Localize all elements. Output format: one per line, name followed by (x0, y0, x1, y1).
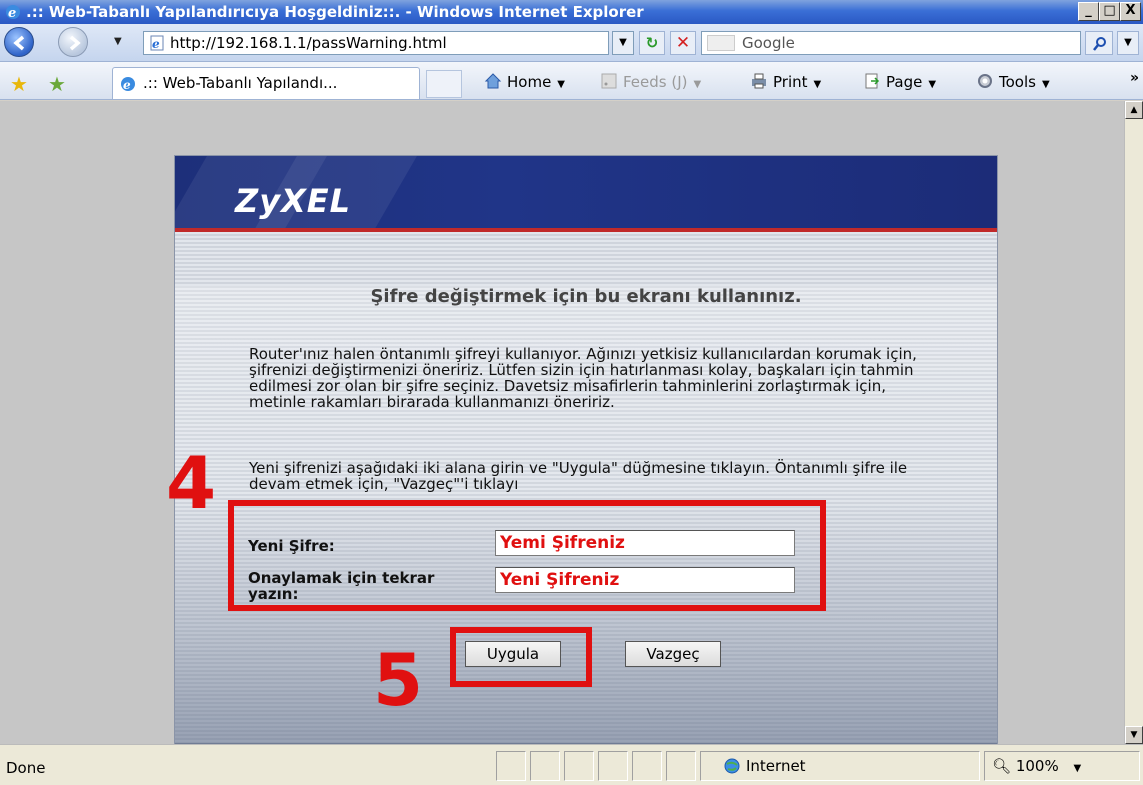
svg-text:e: e (8, 6, 16, 21)
search-icon (1093, 37, 1106, 51)
window-titlebar: e .:: Web-Tabanlı Yapılandırıcıya Hoşgel… (0, 0, 1143, 24)
status-bar: Done Internet 🔍︎ 100% ▼ (0, 744, 1143, 785)
print-button[interactable]: Print ▼ (750, 70, 821, 94)
minimize-button[interactable]: _ (1078, 2, 1099, 21)
favorites-star-icon[interactable]: ★ (10, 72, 28, 96)
tools-menu-button[interactable]: Tools ▼ (976, 70, 1050, 94)
feeds-button[interactable]: Feeds (J) ▼ (600, 70, 701, 94)
tools-dropdown-icon[interactable]: ▼ (1042, 79, 1050, 90)
zyxel-logo: ZyXEL (235, 182, 351, 220)
command-bar: ★ ★ e .:: Web-Tabanlı Yapılandı... Home ▼… (0, 62, 1143, 100)
status-text: Done (6, 759, 46, 777)
feeds-label: Feeds (J) (623, 73, 688, 91)
step-4-marker: 4 (166, 441, 217, 525)
print-label: Print (773, 73, 808, 91)
home-button[interactable]: Home ▼ (484, 70, 565, 94)
search-dropdown-icon[interactable]: ▼ (1117, 31, 1139, 55)
forward-button[interactable] (58, 27, 88, 57)
step-5-marker: 5 (373, 638, 424, 722)
zoom-level: 100% (1015, 757, 1059, 775)
page-menu-icon (865, 73, 880, 89)
google-logo-icon (707, 35, 735, 51)
scroll-down-icon[interactable]: ▼ (1125, 726, 1143, 744)
apply-highlight-box (450, 627, 592, 687)
svg-text:e: e (152, 37, 160, 51)
ie-page-icon: e (121, 77, 135, 92)
intro-text: Router'ınız halen öntanımlı şifreyi kull… (249, 345, 917, 411)
refresh-icon[interactable]: ↻ (639, 31, 665, 55)
zone-label: Internet (746, 757, 806, 775)
tools-menu-label: Tools (999, 73, 1036, 91)
home-icon (484, 73, 502, 89)
home-label: Home (507, 73, 552, 91)
more-commands-icon[interactable]: » (1130, 70, 1139, 86)
svg-text:e: e (123, 78, 131, 92)
page-menu-label: Page (886, 73, 923, 91)
tab-label: .:: Web-Tabanlı Yapılandı... (143, 74, 338, 92)
close-button[interactable]: X (1120, 2, 1141, 21)
security-zone[interactable]: Internet (724, 757, 806, 775)
add-favorite-icon[interactable]: ★ (48, 72, 66, 96)
tab-current[interactable]: e .:: Web-Tabanlı Yapılandı... (112, 67, 420, 99)
history-dropdown-icon[interactable]: ▼ (114, 36, 122, 47)
page-viewport: ZyXEL Şifre değiştirmek için bu ekranı k… (0, 101, 1124, 744)
stop-icon[interactable]: ✕ (670, 31, 696, 55)
vertical-scrollbar[interactable]: ▲ ▼ (1124, 101, 1143, 744)
search-button[interactable] (1085, 31, 1113, 55)
gear-icon (978, 74, 992, 88)
page-icon: e (150, 35, 164, 51)
page-menu-button[interactable]: Page ▼ (863, 70, 936, 94)
url-text: http://192.168.1.1/passWarning.html (170, 34, 447, 52)
url-field[interactable]: e http://192.168.1.1/passWarning.html (143, 31, 609, 55)
forward-arrow-icon (69, 35, 81, 51)
brand-header: ZyXEL (175, 156, 997, 232)
cancel-button[interactable]: Vazgeç (625, 641, 721, 667)
zoom-control[interactable]: 🔍︎ 100% ▼ (992, 757, 1081, 775)
search-input[interactable]: Google (701, 31, 1081, 55)
scroll-up-icon[interactable]: ▲ (1125, 101, 1143, 119)
home-dropdown-icon[interactable]: ▼ (557, 79, 565, 90)
search-placeholder: Google (742, 34, 795, 52)
address-toolbar: ▼ e http://192.168.1.1/passWarning.html … (0, 24, 1143, 62)
window-title: .:: Web-Tabanlı Yapılandırıcıya Hoşgeldi… (26, 3, 644, 21)
back-button[interactable] (4, 27, 34, 57)
fields-highlight-box (228, 500, 826, 611)
ie-logo-icon: e (6, 5, 20, 21)
zoom-icon: 🔍︎ (992, 757, 1012, 775)
maximize-button[interactable]: □ (1099, 2, 1120, 21)
print-dropdown-icon[interactable]: ▼ (814, 79, 822, 90)
new-tab-button[interactable] (426, 70, 462, 98)
url-dropdown-icon[interactable]: ▼ (612, 31, 634, 55)
globe-icon (724, 758, 740, 774)
print-icon (752, 73, 766, 89)
feeds-icon (601, 73, 617, 89)
page-dropdown-icon[interactable]: ▼ (928, 79, 936, 90)
instruction-text: Yeni şifrenizi aşağıdaki iki alana girin… (249, 459, 908, 493)
back-arrow-icon (13, 35, 25, 51)
zoom-dropdown-icon[interactable]: ▼ (1074, 763, 1082, 774)
feeds-dropdown-icon[interactable]: ▼ (694, 79, 702, 90)
page-title: Şifre değiştirmek için bu ekranı kullanı… (370, 286, 802, 307)
